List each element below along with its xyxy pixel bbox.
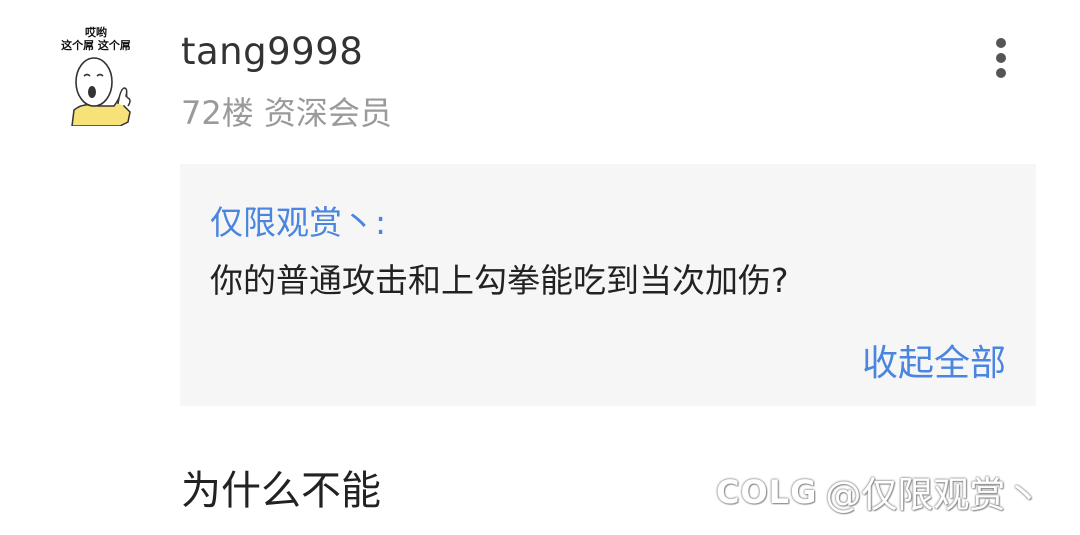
colg-logo: COLG bbox=[716, 473, 818, 511]
watermark: COLG @仅限观赏丶 bbox=[716, 467, 1041, 517]
more-vertical-icon bbox=[996, 68, 1006, 78]
more-vertical-icon bbox=[996, 53, 1006, 63]
quote-text: 你的普通攻击和上勾拳能吃到当次加伤? bbox=[210, 261, 789, 300]
quote-block: 仅限观赏丶: 你的普通攻击和上勾拳能吃到当次加伤? 收起全部 bbox=[180, 164, 1036, 406]
more-vertical-icon bbox=[996, 38, 1006, 48]
collapse-all-link[interactable]: 收起全部 bbox=[862, 334, 1006, 386]
avatar-caption-bottom: 这个屌 这个屌 bbox=[61, 39, 131, 52]
avatar-caption-top: 哎哟 bbox=[85, 26, 107, 39]
reply-content: 为什么不能 bbox=[181, 468, 381, 514]
more-options-button[interactable] bbox=[988, 36, 1014, 80]
username[interactable]: tang9998 bbox=[181, 30, 363, 73]
watermark-handle: @仅限观赏丶 bbox=[825, 475, 1042, 516]
quote-author-link[interactable]: 仅限观赏丶: bbox=[210, 196, 386, 244]
meme-face-icon bbox=[71, 57, 131, 126]
avatar[interactable]: 哎哟 这个屌 这个屌 bbox=[50, 26, 150, 130]
post-meta: 72楼 资深会员 bbox=[181, 94, 392, 132]
